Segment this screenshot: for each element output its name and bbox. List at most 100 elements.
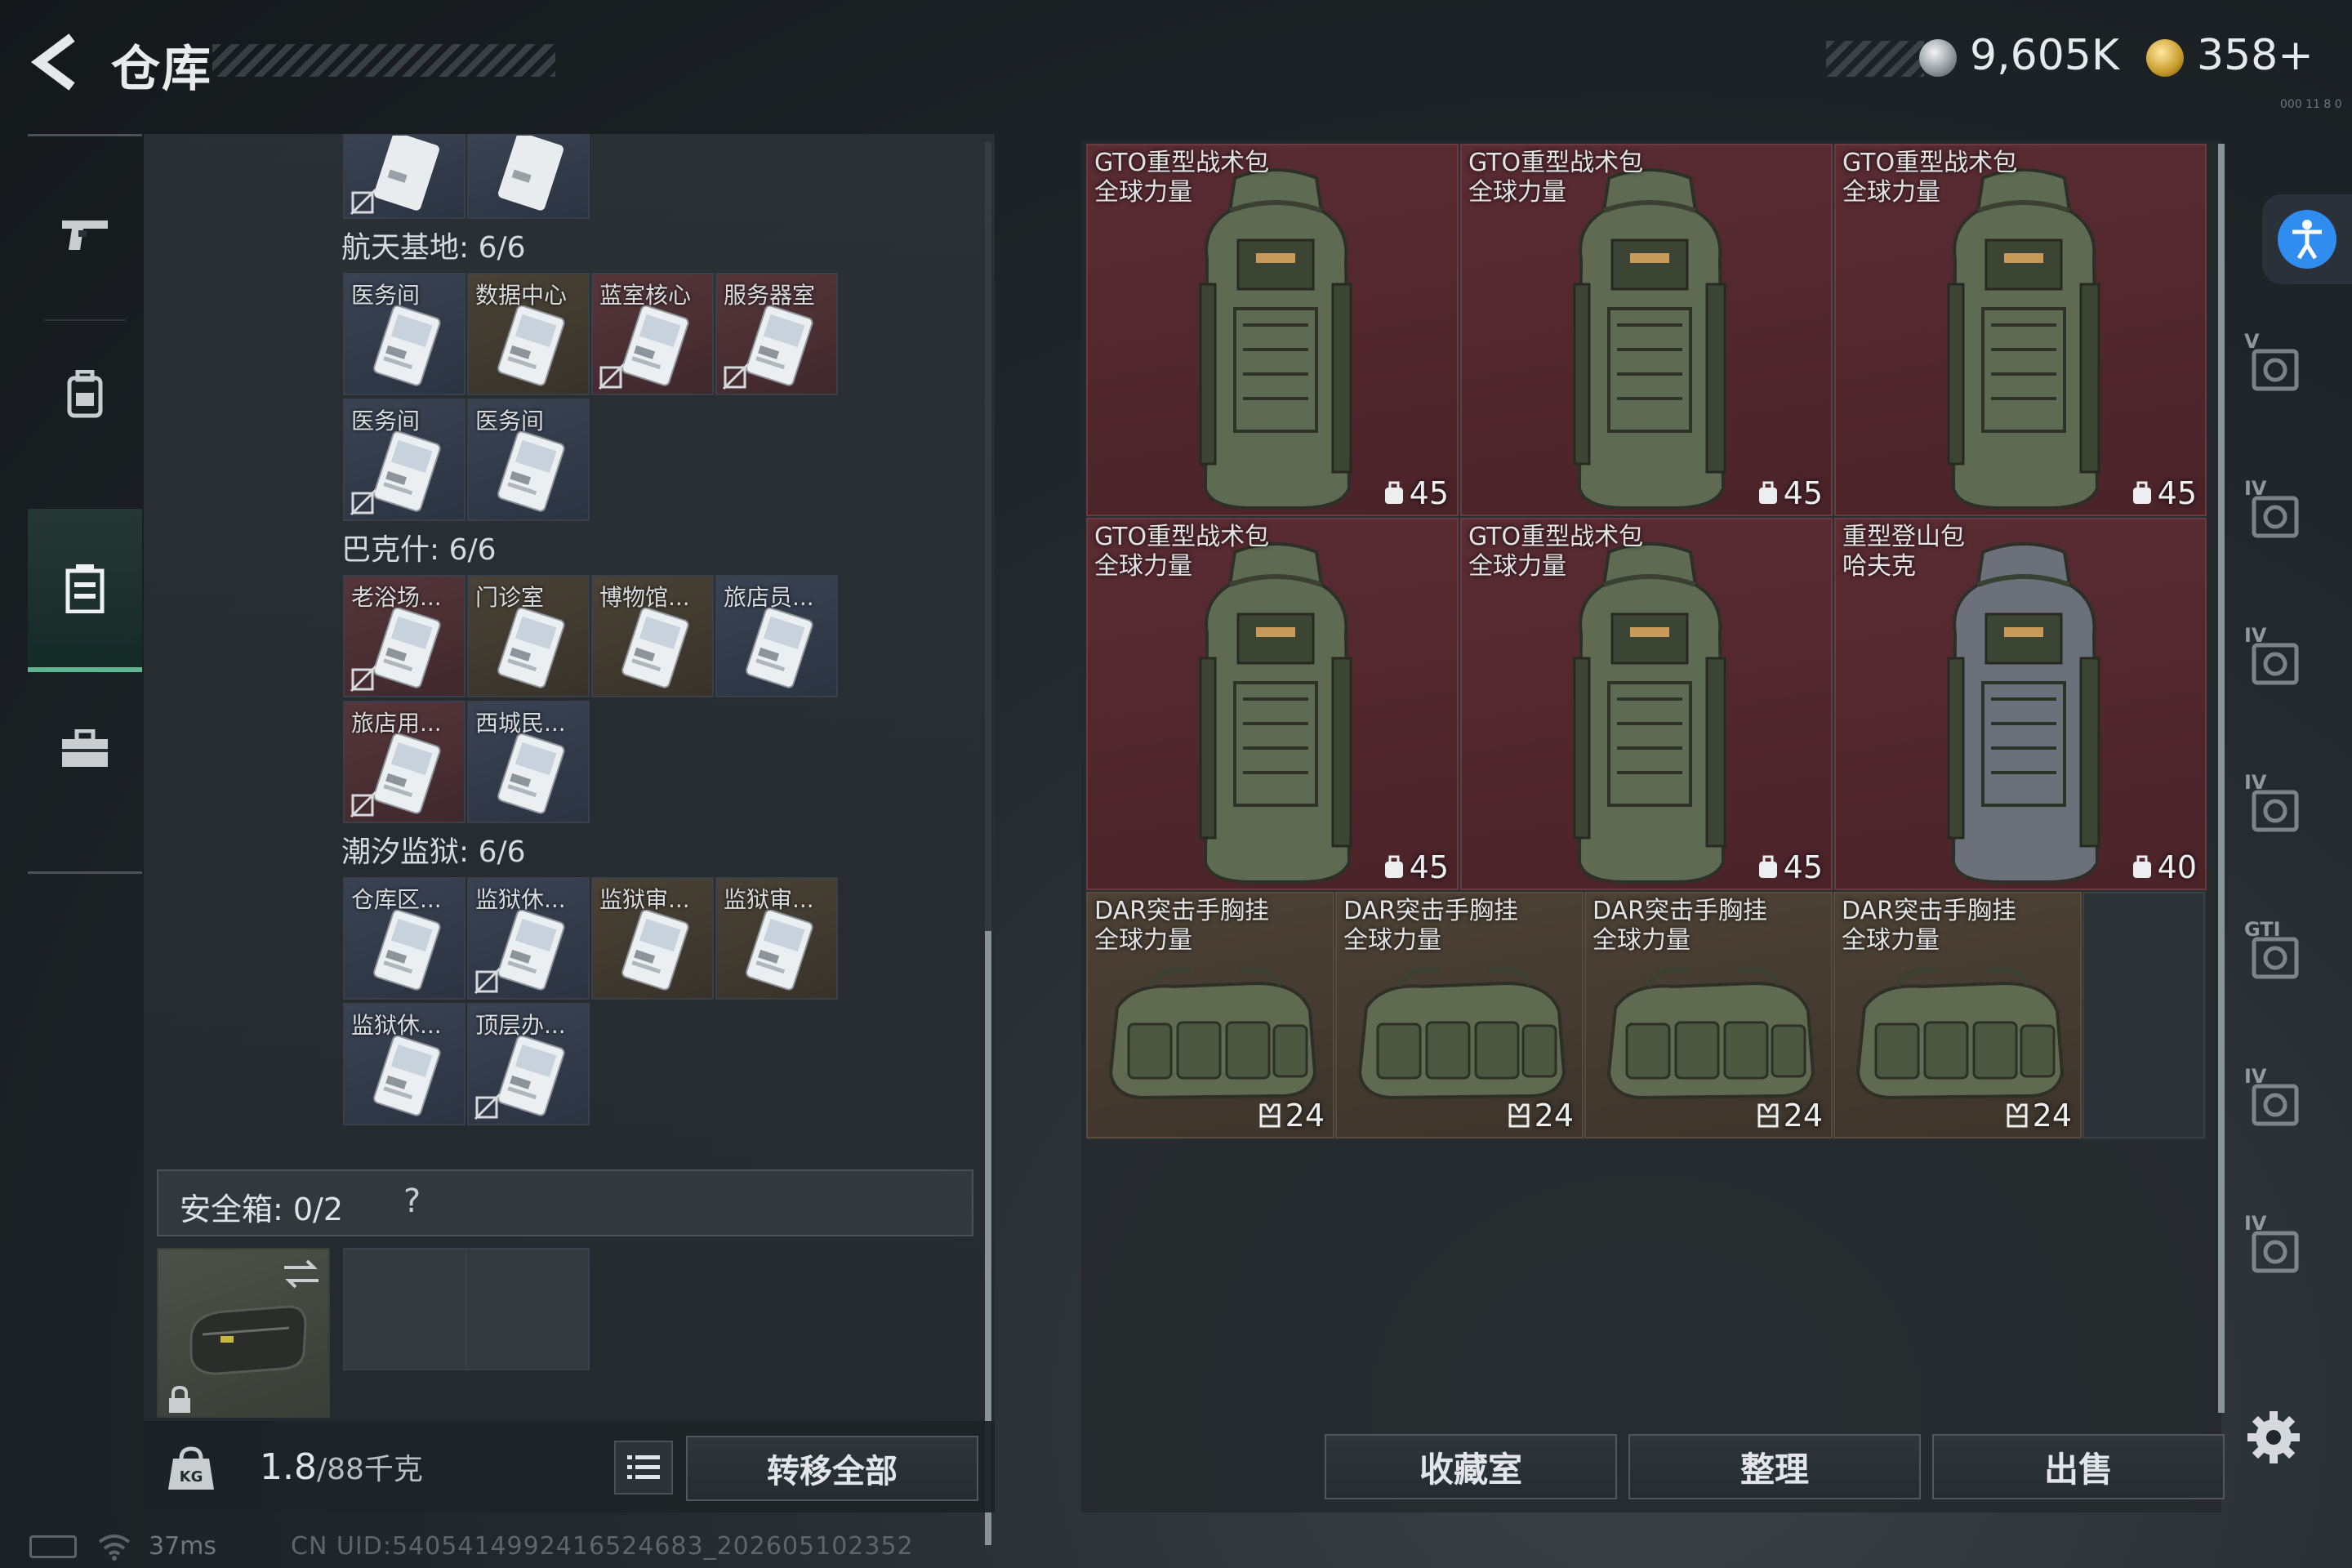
chest-rig-item-icon bbox=[1108, 967, 1317, 1100]
key-card-slot[interactable]: 监狱审... bbox=[715, 877, 838, 1000]
toolbox-icon bbox=[62, 729, 108, 767]
key-card-label: 医务间 bbox=[351, 408, 421, 434]
title-decoration bbox=[212, 44, 555, 77]
safebox-help-button[interactable]: ? bbox=[403, 1183, 421, 1220]
backpack-slot[interactable]: GTO重型战术包 全球力量 45 bbox=[1460, 518, 1833, 890]
key-card-slot[interactable]: 监狱审... bbox=[591, 877, 714, 1000]
key-card-slot[interactable]: 旅店员... bbox=[715, 575, 838, 697]
backpack-scrollbar[interactable] bbox=[2218, 144, 2225, 1413]
safebox-container[interactable] bbox=[157, 1248, 330, 1418]
key-card-slot[interactable]: 监狱休... bbox=[467, 877, 590, 1000]
item-name: GTO重型战术包 全球力量 bbox=[1842, 149, 2017, 207]
backpack-slot[interactable]: 重型登山包 哈夫克 40 bbox=[1834, 518, 2207, 890]
medkit-slot-icon[interactable]: IV bbox=[2241, 768, 2306, 841]
key-card-slot[interactable]: 医务间 bbox=[467, 399, 590, 521]
key-card-label: 仓库区... bbox=[351, 886, 442, 913]
empty-grid-slot[interactable] bbox=[2082, 892, 2205, 1138]
key-card-slot[interactable]: 仓库区... bbox=[343, 877, 466, 1000]
battery-icon bbox=[29, 1535, 77, 1558]
key-card-icon bbox=[497, 910, 565, 991]
svg-text:IV: IV bbox=[2244, 477, 2267, 500]
safe-case-icon bbox=[189, 1305, 307, 1375]
weight-current: 1.8 bbox=[260, 1446, 317, 1488]
key-card-partial[interactable] bbox=[467, 134, 590, 219]
header-tiny-text: 000 11 8 0 bbox=[2280, 98, 2342, 111]
capacity-bag-icon bbox=[1758, 855, 1777, 878]
gti-slot-icon[interactable]: GTI bbox=[2241, 915, 2306, 988]
svg-text:KG: KG bbox=[180, 1468, 203, 1486]
page-title: 仓库 bbox=[111, 41, 212, 98]
backpack-slot[interactable]: GTO重型战术包 全球力量 45 bbox=[1834, 144, 2207, 516]
gold-currency-value[interactable]: 358+ bbox=[2197, 31, 2314, 80]
section-title-aerospace: 航天基地: 6/6 bbox=[341, 231, 526, 265]
capacity-vest-icon bbox=[1757, 1103, 1779, 1128]
chest-rig-slot[interactable]: DAR突击手胸挂 全球力量 24 bbox=[1833, 892, 2082, 1138]
gold-coin-icon bbox=[2146, 39, 2184, 77]
key-card-slot[interactable]: 博物馆... bbox=[591, 575, 714, 697]
transfer-all-button[interactable]: 转移全部 bbox=[686, 1436, 978, 1501]
key-card-label: 西城民... bbox=[475, 710, 566, 737]
nav-divider bbox=[44, 319, 126, 321]
chest-rig-slot[interactable]: DAR突击手胸挂 全球力量 24 bbox=[1086, 892, 1334, 1138]
folder-slot-icon[interactable]: IV bbox=[2241, 621, 2306, 694]
nav-storage[interactable] bbox=[28, 509, 142, 672]
item-capacity: 45 bbox=[1757, 849, 1823, 885]
collection-room-button[interactable]: 收藏室 bbox=[1325, 1434, 1617, 1499]
back-arrow-icon[interactable] bbox=[24, 29, 90, 95]
backpack-slot[interactable]: GTO重型战术包 全球力量 45 bbox=[1086, 518, 1459, 890]
sort-button[interactable]: 整理 bbox=[1628, 1434, 1921, 1499]
item-capacity: 45 bbox=[1383, 849, 1449, 885]
item-name: DAR突击手胸挂 全球力量 bbox=[1592, 897, 1767, 956]
bag-slot-icon[interactable]: IV bbox=[2241, 1209, 2306, 1282]
capacity-bag-icon bbox=[1384, 855, 1403, 878]
key-card-label: 监狱休... bbox=[351, 1012, 442, 1039]
vest-slot-icon[interactable]: IV bbox=[2241, 1062, 2306, 1135]
key-card-slot[interactable]: 服务器室 bbox=[715, 273, 838, 395]
chest-rig-slot[interactable]: DAR突击手胸挂 全球力量 24 bbox=[1335, 892, 1584, 1138]
key-card-icon bbox=[373, 733, 441, 814]
user-uid: CN UID:5405414992416524683_202605102352 bbox=[291, 1532, 914, 1561]
key-card-slot[interactable]: 数据中心 bbox=[467, 273, 590, 395]
key-card-icon bbox=[621, 910, 689, 991]
key-card-slot[interactable]: 西城民... bbox=[467, 701, 590, 823]
helmet-slot-icon[interactable]: V bbox=[2241, 327, 2306, 400]
item-capacity-value: 24 bbox=[2032, 1098, 2072, 1134]
key-card-icon bbox=[621, 305, 689, 386]
key-card-partial[interactable] bbox=[343, 134, 466, 219]
key-card-slot[interactable]: 监狱休... bbox=[343, 1003, 466, 1125]
lock-icon bbox=[169, 1385, 190, 1413]
settings-gear-icon[interactable] bbox=[2244, 1408, 2303, 1467]
key-card-slot[interactable]: 旅店用... bbox=[343, 701, 466, 823]
nav-toolbox[interactable] bbox=[28, 675, 142, 822]
key-card-icon bbox=[373, 910, 441, 991]
wifi-icon bbox=[98, 1535, 131, 1561]
item-name-line1: DAR突击手胸挂 bbox=[1094, 897, 1269, 925]
left-nav bbox=[28, 134, 142, 874]
key-card-icon bbox=[497, 431, 565, 512]
armor-slot-icon[interactable]: IV bbox=[2241, 474, 2306, 547]
key-card-slot[interactable]: 门诊室 bbox=[467, 575, 590, 697]
safebox-header: 安全箱: 0/2 ? bbox=[157, 1169, 973, 1236]
key-card-slot[interactable]: 医务间 bbox=[343, 399, 466, 521]
key-card-slot[interactable]: 顶层办... bbox=[467, 1003, 590, 1125]
section-title-tidal-prison: 潮汐监狱: 6/6 bbox=[341, 835, 526, 869]
accessibility-button[interactable] bbox=[2262, 194, 2352, 284]
nav-backpack[interactable] bbox=[28, 329, 142, 460]
silver-currency-value[interactable]: 9,605K bbox=[1970, 31, 2119, 80]
weight-readout: 1.8/88千克 bbox=[260, 1446, 423, 1488]
storage-footer: KG 1.8/88千克 转移全部 bbox=[144, 1421, 995, 1512]
key-card-label: 顶层办... bbox=[475, 1012, 566, 1039]
key-card-slot[interactable]: 老浴场... bbox=[343, 575, 466, 697]
nav-weapons[interactable] bbox=[28, 153, 142, 316]
key-card-slot[interactable]: 蓝室核心 bbox=[591, 273, 714, 395]
item-capacity: 45 bbox=[2132, 475, 2197, 511]
key-card-icon bbox=[373, 608, 441, 688]
swap-icon[interactable] bbox=[281, 1256, 322, 1292]
key-card-slot[interactable]: 医务间 bbox=[343, 273, 466, 395]
item-name-line1: GTO重型战术包 bbox=[1468, 523, 1644, 551]
backpack-slot[interactable]: GTO重型战术包 全球力量 45 bbox=[1086, 144, 1459, 516]
backpack-slot[interactable]: GTO重型战术包 全球力量 45 bbox=[1460, 144, 1833, 516]
list-view-button[interactable] bbox=[614, 1441, 673, 1494]
chest-rig-slot[interactable]: DAR突击手胸挂 全球力量 24 bbox=[1584, 892, 1833, 1138]
sell-button[interactable]: 出售 bbox=[1932, 1434, 2225, 1499]
